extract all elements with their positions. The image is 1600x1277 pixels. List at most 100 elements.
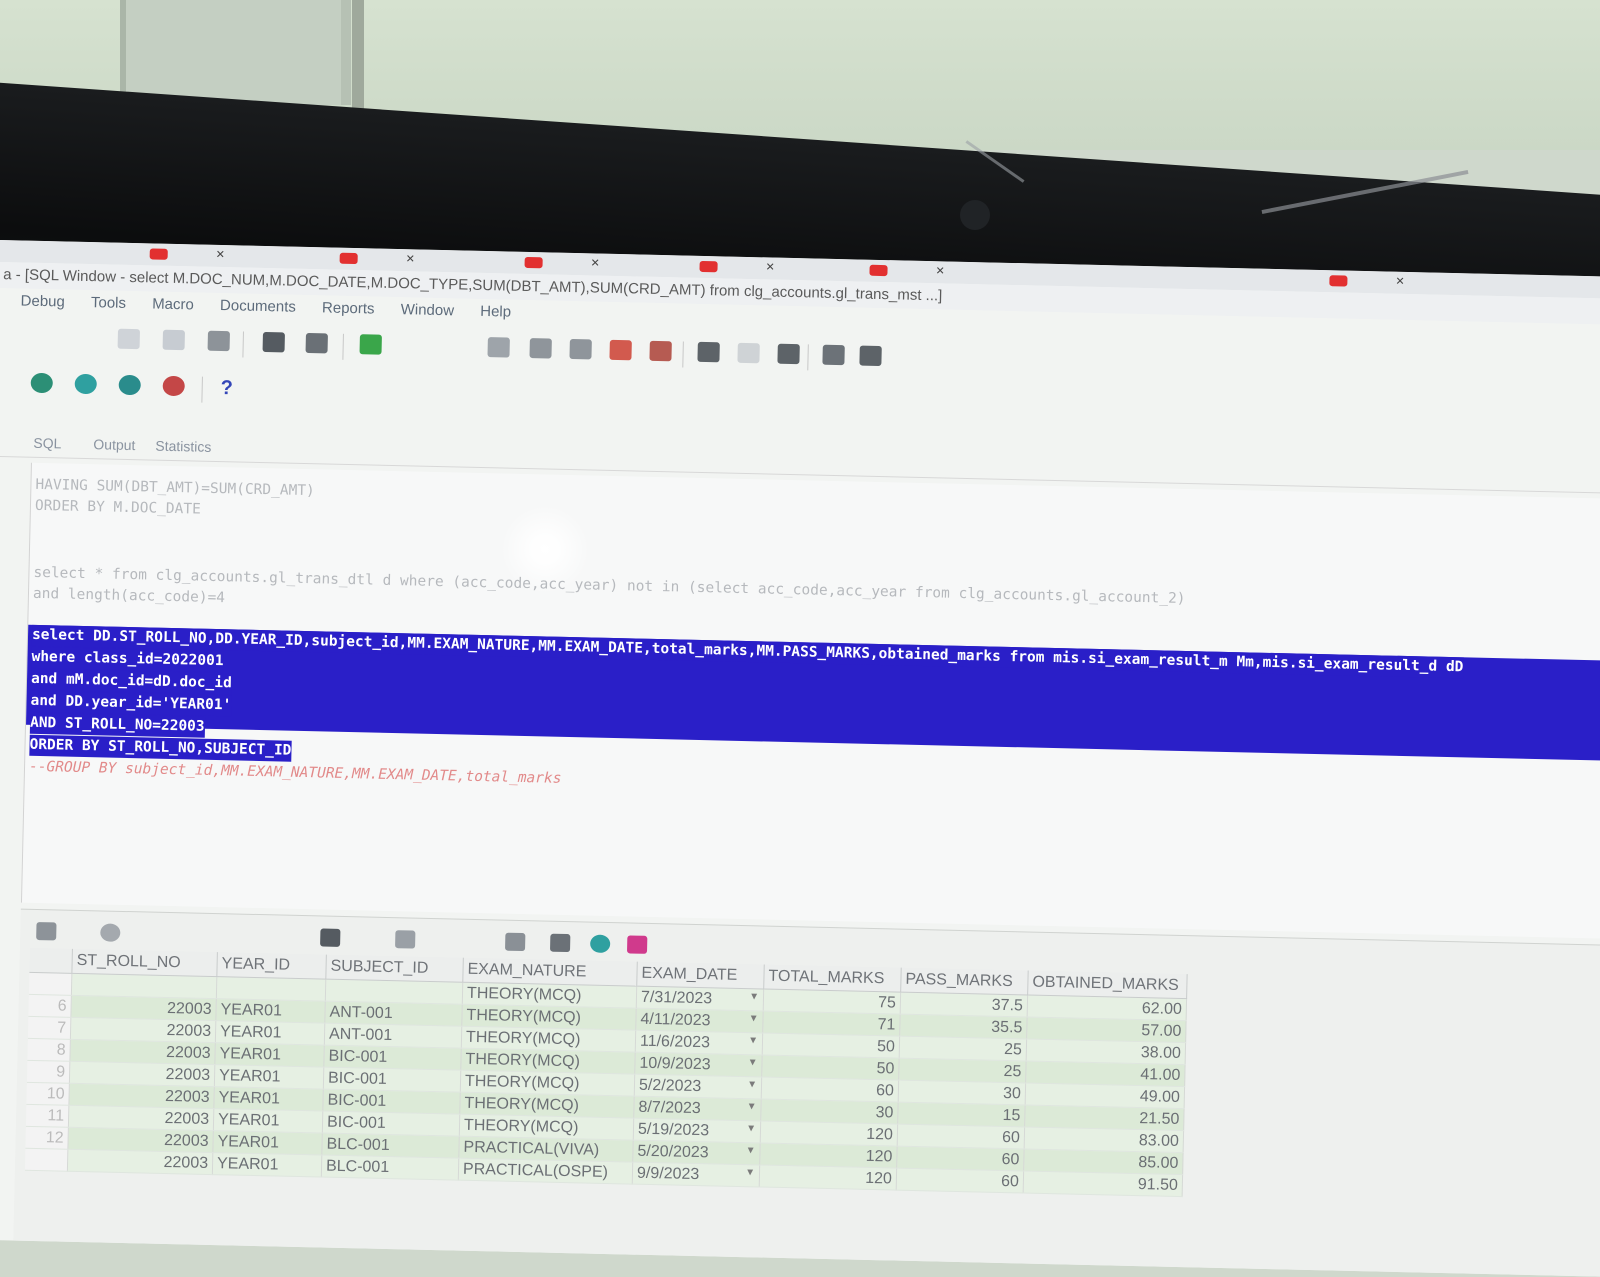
cell-total-marks[interactable]: 120 xyxy=(760,1120,898,1147)
dropdown-arrow-icon[interactable]: ▼ xyxy=(746,1145,756,1156)
fetch-icon[interactable] xyxy=(505,932,526,952)
col-year-id[interactable]: YEAR_ID xyxy=(216,952,327,980)
dropdown-arrow-icon[interactable]: ▼ xyxy=(746,1123,756,1134)
cell-total-marks[interactable]: 75 xyxy=(763,989,901,1015)
grid-icon[interactable] xyxy=(859,345,882,367)
tab-item[interactable]: ✕ xyxy=(699,259,775,277)
paste-icon[interactable] xyxy=(207,330,230,352)
cell-total-marks[interactable]: 50 xyxy=(761,1055,900,1081)
cell-exam-date[interactable]: 5/20/2023 ▼ xyxy=(632,1140,761,1165)
cell-year-id[interactable]: YEAR01 xyxy=(214,1042,325,1068)
document-icon[interactable] xyxy=(487,337,510,358)
row-number[interactable]: 12 xyxy=(25,1126,69,1150)
cell-exam-date[interactable]: 11/6/2023 ▼ xyxy=(635,1030,763,1056)
cell-year-id[interactable]: YEAR01 xyxy=(212,1130,323,1156)
cell-year-id[interactable]: YEAR01 xyxy=(212,1152,322,1178)
cell-pass-marks[interactable]: 60 xyxy=(896,1146,1025,1171)
cell-year-id[interactable]: YEAR01 xyxy=(213,1108,323,1134)
cell-exam-date[interactable]: 5/19/2023 ▼ xyxy=(633,1118,761,1143)
menu-window[interactable]: Window xyxy=(401,301,455,319)
tab-output[interactable]: Output xyxy=(93,436,135,453)
cell-pass-marks[interactable]: 35.5 xyxy=(899,1014,1028,1039)
col-obtained-marks[interactable]: OBTAINED_MARKS xyxy=(1027,970,1188,999)
cell-pass-marks[interactable]: 25 xyxy=(899,1036,1027,1061)
cell-subject-id[interactable]: ANT-001 xyxy=(324,1001,463,1027)
copy-icon[interactable] xyxy=(162,329,186,351)
outdent-icon[interactable] xyxy=(569,338,592,360)
tab-item[interactable]: ✕ xyxy=(149,246,226,264)
cell-total-marks[interactable]: 60 xyxy=(761,1076,899,1103)
cell-pass-marks[interactable]: 25 xyxy=(898,1058,1027,1083)
close-icon[interactable]: ✕ xyxy=(216,249,225,261)
session-icon[interactable] xyxy=(118,374,141,396)
dropdown-arrow-icon[interactable]: ▼ xyxy=(748,1035,758,1046)
menu-reports[interactable]: Reports xyxy=(322,299,375,317)
export-icon[interactable] xyxy=(589,934,611,954)
col-subject-id[interactable]: SUBJECT_ID xyxy=(325,954,464,983)
uncomment-icon[interactable] xyxy=(649,340,672,362)
cell-exam-date[interactable]: 4/11/2023 ▼ xyxy=(635,1008,764,1034)
cell-total-marks[interactable]: 120 xyxy=(759,1142,898,1169)
clear-icon[interactable] xyxy=(395,930,416,949)
tab-item[interactable]: ✕ xyxy=(524,255,600,273)
cell-exam-date[interactable]: 8/7/2023 ▼ xyxy=(633,1096,762,1121)
cell-total-marks[interactable]: 50 xyxy=(762,1033,900,1059)
row-number[interactable] xyxy=(24,1148,68,1172)
dropdown-arrow-icon[interactable]: ▼ xyxy=(747,1079,757,1090)
tab-item[interactable]: ✕ xyxy=(869,263,945,281)
find-icon[interactable] xyxy=(320,928,341,947)
cell-exam-date[interactable]: 9/9/2023 ▼ xyxy=(632,1162,760,1187)
close-icon[interactable]: ✕ xyxy=(935,265,944,277)
lock-icon[interactable] xyxy=(100,923,121,942)
help-icon[interactable]: ? xyxy=(220,377,233,400)
find-icon[interactable] xyxy=(262,331,285,353)
row-number[interactable]: 7 xyxy=(27,1016,71,1040)
cell-st-roll-no[interactable]: 22003 xyxy=(70,995,217,1021)
tab-statistics[interactable]: Statistics xyxy=(155,438,211,455)
cell-subject-id[interactable]: BIC-001 xyxy=(322,1089,461,1115)
cell-st-roll-no[interactable]: 22003 xyxy=(69,1061,215,1087)
dropdown-arrow-icon[interactable]: ▼ xyxy=(745,1167,755,1178)
tab-sql[interactable]: SQL xyxy=(33,435,61,452)
save-icon[interactable] xyxy=(549,933,571,953)
dropdown-arrow-icon[interactable]: ▼ xyxy=(747,1101,757,1112)
disconnect-icon[interactable] xyxy=(162,375,185,397)
cell-year-id[interactable]: YEAR01 xyxy=(213,1086,324,1112)
back-arrow-icon[interactable] xyxy=(359,334,382,355)
menu-help[interactable]: Help xyxy=(480,303,511,321)
col-total-marks[interactable]: TOTAL_MARKS xyxy=(763,964,902,993)
cell-pass-marks[interactable]: 15 xyxy=(897,1102,1026,1127)
cell-st-roll-no[interactable]: 22003 xyxy=(70,1017,216,1043)
cell-year-id[interactable]: YEAR01 xyxy=(215,1020,325,1046)
cell-exam-date[interactable]: 7/31/2023 ▼ xyxy=(636,986,764,1012)
sql-editor[interactable]: HAVING SUM(DBT_AMT)=SUM(CRD_AMT) ORDER B… xyxy=(20,462,1600,939)
cell-pass-marks[interactable]: 37.5 xyxy=(900,992,1028,1018)
cell-subject-id[interactable]: BLC-001 xyxy=(321,1133,460,1159)
dropdown-arrow-icon[interactable]: ▼ xyxy=(749,991,759,1002)
comment-icon[interactable] xyxy=(609,339,632,361)
cell-year-id[interactable] xyxy=(216,976,326,1002)
row-number[interactable]: 8 xyxy=(27,1038,71,1062)
menu-macro[interactable]: Macro xyxy=(152,295,194,313)
cell-pass-marks[interactable]: 30 xyxy=(898,1080,1026,1105)
row-number[interactable]: 6 xyxy=(28,994,72,1018)
row-number[interactable]: 10 xyxy=(26,1082,70,1106)
cell-total-marks[interactable]: 120 xyxy=(759,1164,897,1191)
cell-st-roll-no[interactable] xyxy=(71,973,217,999)
close-icon[interactable]: ✕ xyxy=(406,253,415,265)
row-number[interactable] xyxy=(28,972,72,996)
menu-debug[interactable]: Debug xyxy=(20,292,65,310)
cell-st-roll-no[interactable]: 22003 xyxy=(67,1127,214,1153)
cell-subject-id[interactable]: BIC-001 xyxy=(323,1045,462,1071)
col-exam-date[interactable]: EXAM_DATE xyxy=(636,961,765,990)
col-st-roll-no[interactable]: ST_ROLL_NO xyxy=(71,948,218,977)
row-number[interactable]: 11 xyxy=(25,1104,69,1128)
cell-total-marks[interactable]: 30 xyxy=(760,1098,899,1125)
cell-obtained-marks[interactable]: 91.50 xyxy=(1023,1170,1183,1197)
cell-total-marks[interactable]: 71 xyxy=(762,1011,901,1037)
cell-exam-nature[interactable]: PRACTICAL(OSPE) xyxy=(458,1158,633,1185)
close-icon[interactable]: ✕ xyxy=(590,257,599,269)
cell-pass-marks[interactable]: 60 xyxy=(897,1124,1025,1149)
dropdown-arrow-icon[interactable]: ▼ xyxy=(749,1013,759,1024)
chart-icon[interactable] xyxy=(626,935,648,954)
